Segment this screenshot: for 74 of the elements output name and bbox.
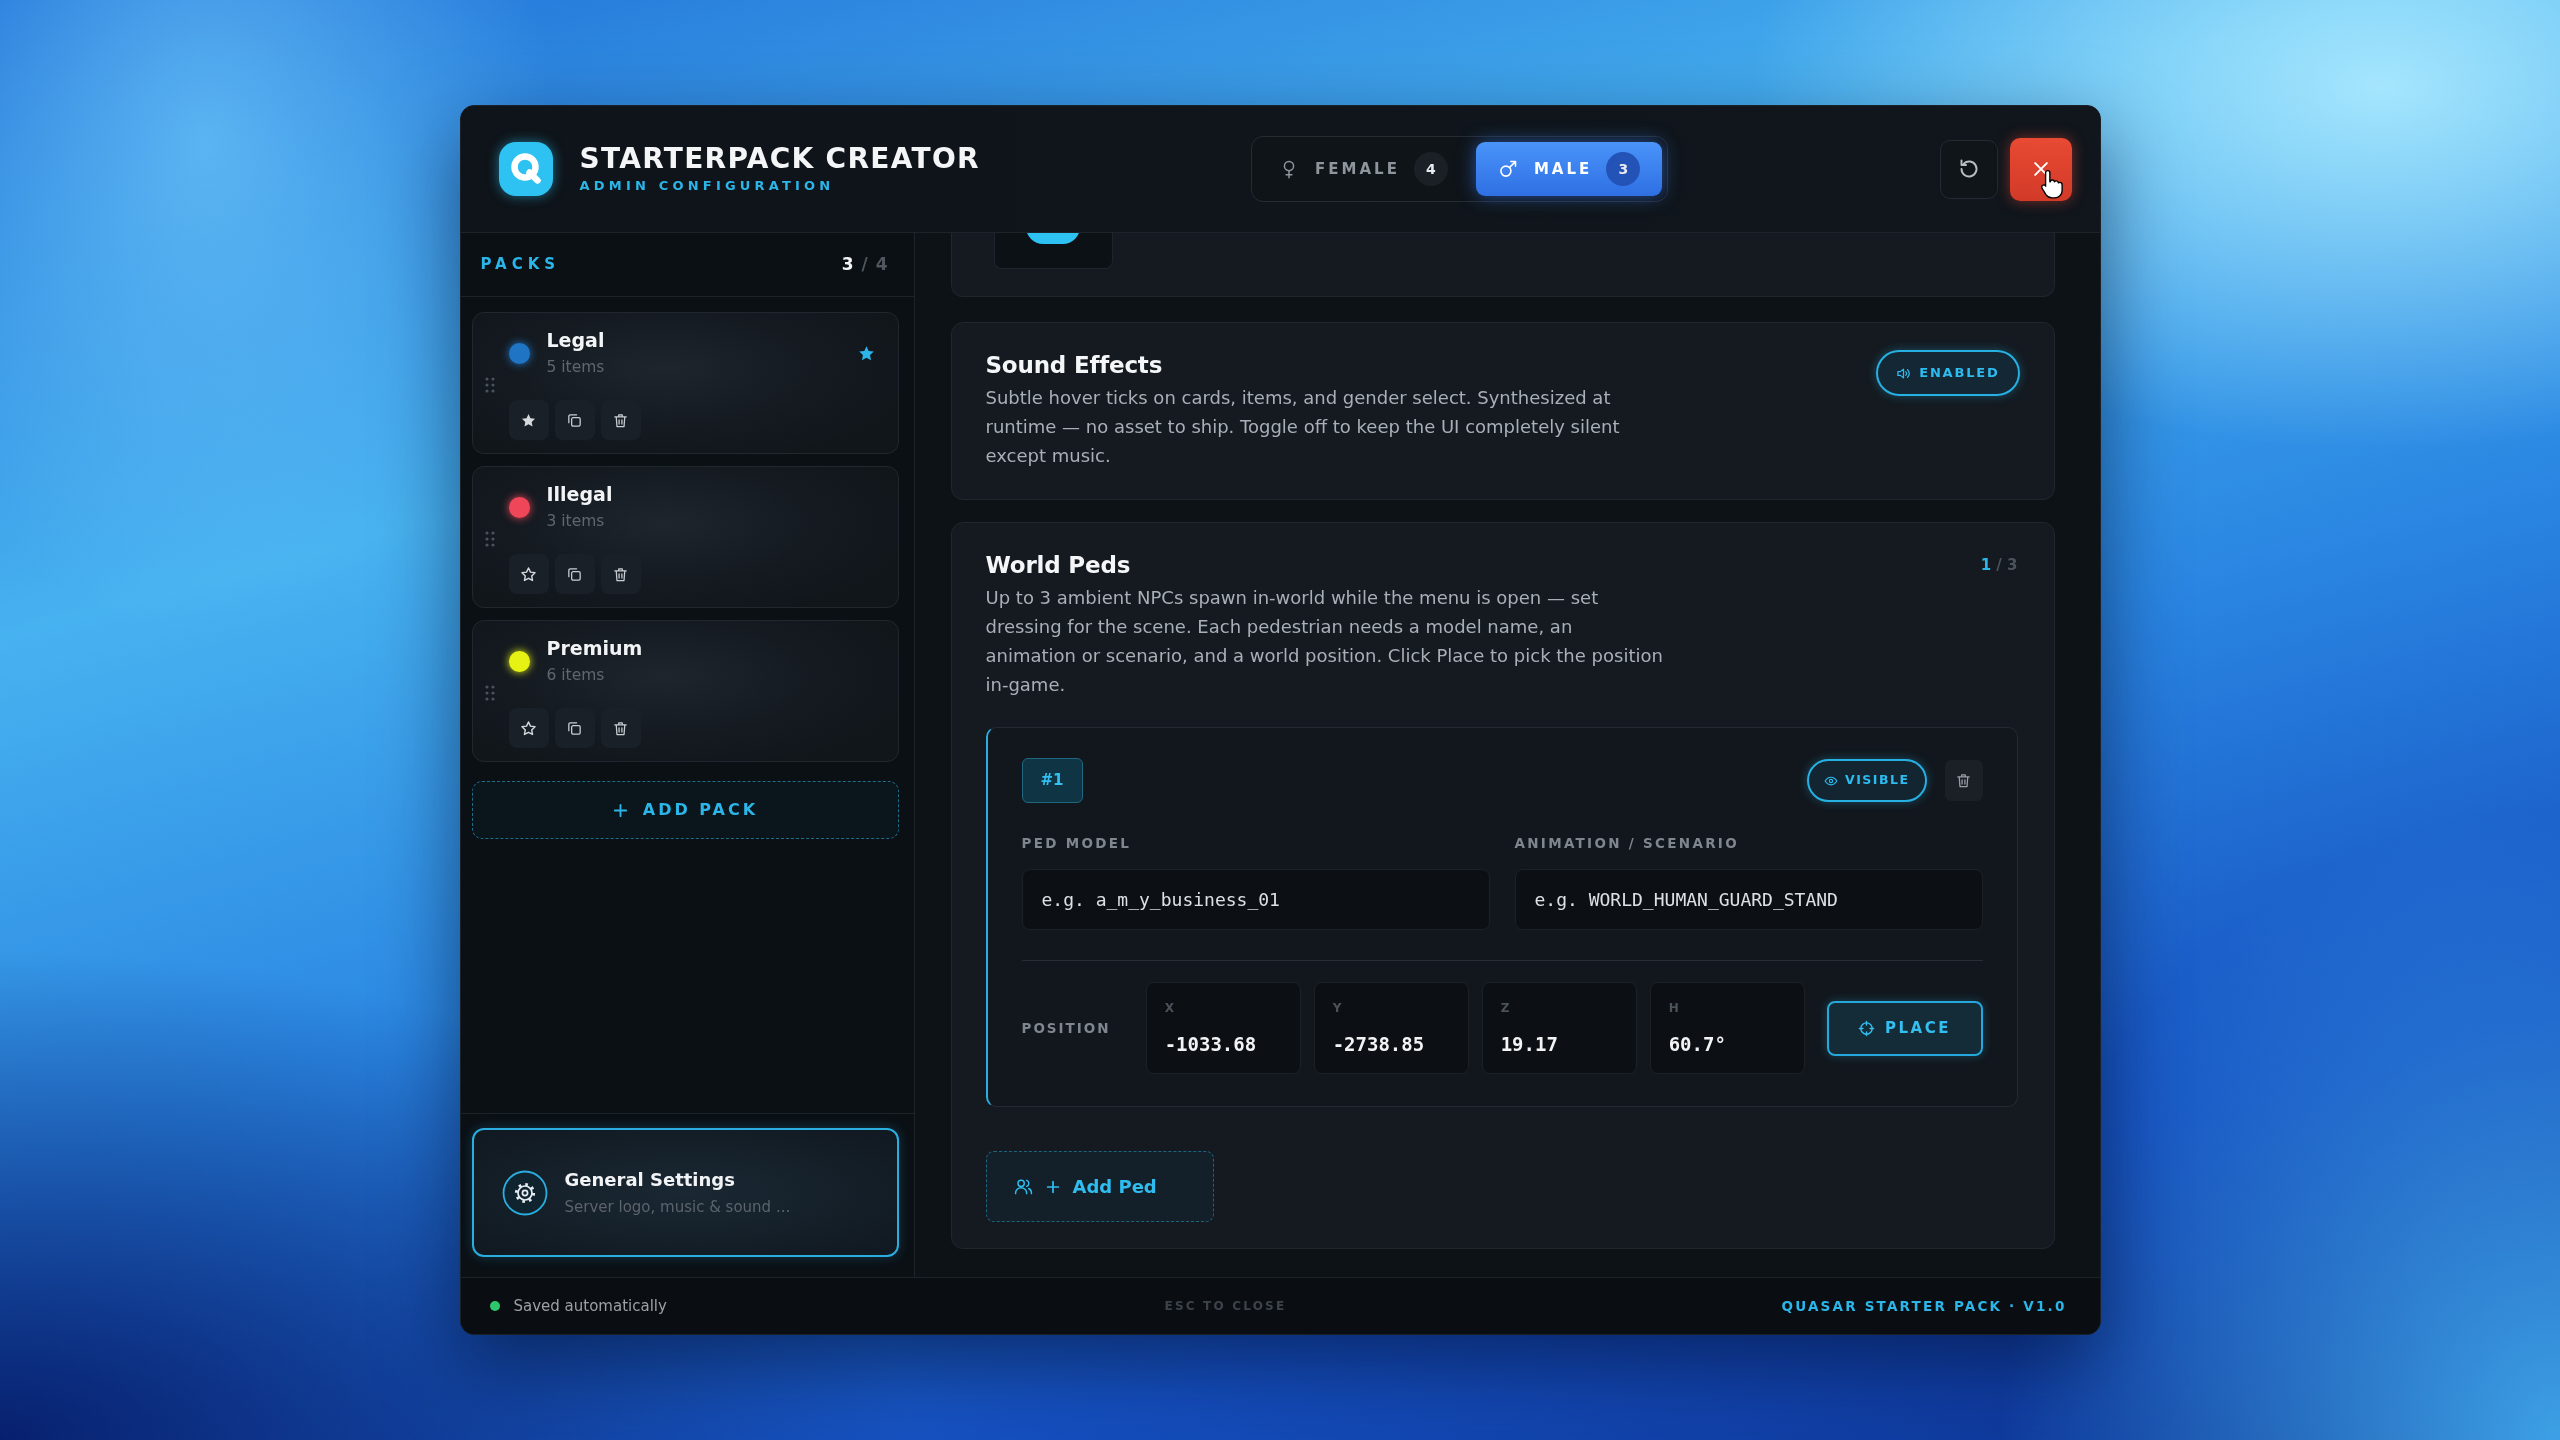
plus-icon [611, 801, 629, 819]
speaker-icon [1896, 365, 1912, 381]
trash-icon [612, 411, 629, 429]
trash-icon [1955, 772, 1972, 789]
duplicate-button[interactable] [554, 400, 595, 440]
axis-label: Y [1332, 1001, 1342, 1015]
gender-tab[interactable]: FEMALE 4 [1257, 142, 1470, 196]
item-count: 3 items [546, 511, 605, 532]
pack-card[interactable]: Illegal 3 items [471, 466, 899, 608]
ped-count: 1 / 3 [1980, 555, 2018, 576]
coordinate-field[interactable]: Y -2738.85 [1313, 982, 1469, 1074]
ped-number-badge: #1 [1021, 758, 1083, 803]
visibility-toggle[interactable]: VISIBLE [1807, 759, 1927, 802]
reset-button[interactable] [1939, 139, 1998, 199]
place-button[interactable]: PLACE [1826, 1000, 1983, 1056]
section-title: PACKS [480, 254, 561, 276]
favorite-button[interactable] [508, 554, 549, 594]
pack-card[interactable]: Premium 6 items [471, 620, 899, 762]
animation-field[interactable]: e.g. WORLD_HUMAN_GUARD_STAND [1514, 869, 1983, 930]
close-button[interactable] [2009, 137, 2072, 201]
hand-cursor-icon [2038, 168, 2065, 200]
ped-model-field[interactable]: e.g. a_m_y_business_01 [1021, 869, 1490, 930]
section-description: Up to 3 ambient NPCs spawn in-world while the menu is open — set dressing for the scene. Each pedestrian needs a model name, an animation or scenario, and a world position. Click Place to pick the position in-game. [985, 586, 1664, 697]
axis-label: H [1668, 1001, 1679, 1015]
count-badge: 3 [1606, 152, 1641, 186]
favorite-button[interactable] [508, 708, 549, 748]
crosshair-icon [1858, 1019, 1876, 1037]
trash-icon [612, 719, 629, 737]
drag-handle-icon [484, 530, 495, 547]
copy-icon [566, 565, 583, 583]
duplicate-button[interactable] [554, 708, 595, 748]
copy-icon [566, 719, 583, 737]
copy-icon [566, 411, 583, 429]
app-title: STARTERPACK CREATOR [579, 144, 980, 176]
pack-card[interactable]: Legal 5 items [471, 312, 899, 454]
favorite-button[interactable] [508, 400, 549, 440]
gear-icon [501, 1169, 548, 1216]
save-status: Saved automatically [513, 1295, 667, 1317]
gender-tab[interactable]: MALE 3 [1475, 142, 1663, 196]
item-count: 6 items [546, 665, 605, 686]
field-label: POSITION [1021, 1020, 1111, 1036]
general-settings-button[interactable]: General Settings Server logo, music & sound ... [471, 1128, 899, 1257]
version-label: QUASAR STARTER PACK · V1.0 [1781, 1296, 2067, 1316]
drag-handle-icon [484, 684, 495, 701]
section-heading: Sound Effects [985, 351, 1164, 380]
item-count: 5 items [546, 357, 605, 378]
drag-handle-icon [484, 376, 495, 393]
axis-label: Z [1500, 1001, 1510, 1015]
users-icon [1013, 1177, 1033, 1196]
pack-count: 3 / 4 [841, 252, 889, 276]
status-dot-icon [489, 1301, 500, 1311]
trash-icon [612, 565, 629, 583]
section-heading: World Peds [985, 551, 1131, 580]
sound-toggle[interactable]: ENABLED [1876, 350, 2020, 396]
coordinate-field[interactable]: H 60.7° [1649, 982, 1805, 1074]
field-label: ANIMATION / SCENARIO [1514, 835, 1739, 851]
pack-name: Legal [546, 328, 605, 353]
pack-name: Illegal [546, 482, 613, 507]
plus-icon [1044, 1178, 1061, 1195]
keyboard-hint: ESC TO CLOSE [1164, 1298, 1287, 1315]
duplicate-button[interactable] [554, 554, 595, 594]
delete-button[interactable] [1944, 760, 1983, 801]
logo-icon [497, 141, 554, 197]
male-symbol-icon [1497, 158, 1518, 180]
add-ped-button[interactable]: Add Ped [985, 1151, 1214, 1222]
axis-label: X [1164, 1001, 1174, 1015]
coordinate-field[interactable]: Z 19.17 [1481, 982, 1637, 1074]
pack-name: Premium [546, 636, 643, 661]
section-description: Subtle hover ticks on cards, items, and gender select. Synthesized at runtime — no asset to ship. Toggle off to keep the UI completely silent except music. [985, 386, 1621, 468]
count-badge: 4 [1413, 152, 1448, 186]
app-subtitle: ADMIN CONFIGURATION [579, 178, 835, 194]
field-label: PED MODEL [1021, 835, 1132, 851]
add-pack-button[interactable]: ADD PACK [471, 781, 899, 839]
coordinate-field[interactable]: X -1033.68 [1145, 982, 1301, 1074]
